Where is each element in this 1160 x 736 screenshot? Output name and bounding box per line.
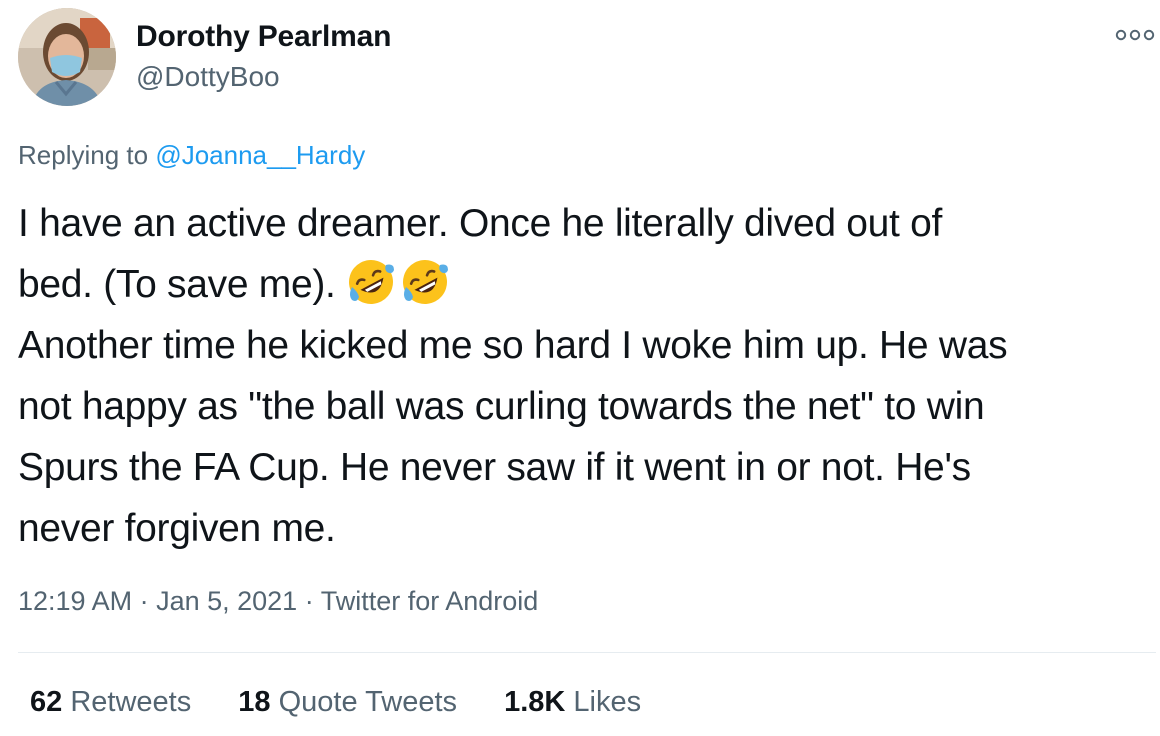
avatar[interactable]: [18, 8, 116, 106]
tweet-line-text: bed. (To save me).: [18, 263, 347, 306]
tweet-source[interactable]: Twitter for Android: [321, 586, 539, 616]
quote-tweets-stat[interactable]: 18 Quote Tweets: [238, 686, 457, 718]
replying-to-label: Replying to: [18, 140, 156, 170]
tweet-line-with-emoji: bed. (To save me).: [18, 254, 1158, 315]
tweet-line: not happy as "the ball was curling towar…: [18, 385, 985, 428]
tweet-line: Another time he kicked me so hard I woke…: [18, 324, 1008, 367]
tweet-metadata: 12:19 AM · Jan 5, 2021 · Twitter for And…: [18, 586, 538, 617]
retweets-stat[interactable]: 62 Retweets: [30, 686, 191, 718]
tweet-line: never forgiven me.: [18, 507, 336, 550]
likes-stat[interactable]: 1.8K Likes: [504, 686, 641, 718]
divider: [18, 652, 1156, 653]
reply-mention-link[interactable]: @Joanna__Hardy: [155, 140, 365, 170]
more-options-icon[interactable]: [1112, 25, 1158, 45]
meta-separator: ·: [297, 586, 321, 616]
profile-photo-icon: [18, 8, 116, 106]
author-handle[interactable]: @DottyBoo: [136, 61, 280, 93]
tweet-text: I have an active dreamer. Once he litera…: [18, 193, 1158, 559]
tweet-line: I have an active dreamer. Once he litera…: [18, 202, 943, 245]
tweet-card: Dorothy Pearlman @DottyBoo Replying to @…: [0, 0, 1160, 736]
likes-count: 1.8K: [504, 686, 566, 718]
tweet-line: Spurs the FA Cup. He never saw if it wen…: [18, 446, 971, 489]
meta-separator: ·: [132, 586, 157, 616]
author-display-name[interactable]: Dorothy Pearlman: [136, 20, 391, 54]
likes-label: Likes: [573, 686, 642, 718]
retweets-count: 62: [30, 686, 63, 718]
replying-to: Replying to @Joanna__Hardy: [18, 140, 365, 171]
rolling-on-floor-laughing-emoji-icon: [400, 257, 450, 307]
quote-tweets-count: 18: [238, 686, 271, 718]
tweet-date[interactable]: Jan 5, 2021: [156, 586, 297, 616]
quote-tweets-label: Quote Tweets: [278, 686, 458, 718]
tweet-time[interactable]: 12:19 AM: [18, 586, 132, 616]
engagement-stats: 62 Retweets 18 Quote Tweets 1.8K Likes: [30, 686, 680, 719]
rolling-on-floor-laughing-emoji-icon: [346, 257, 396, 307]
retweets-label: Retweets: [70, 686, 192, 718]
